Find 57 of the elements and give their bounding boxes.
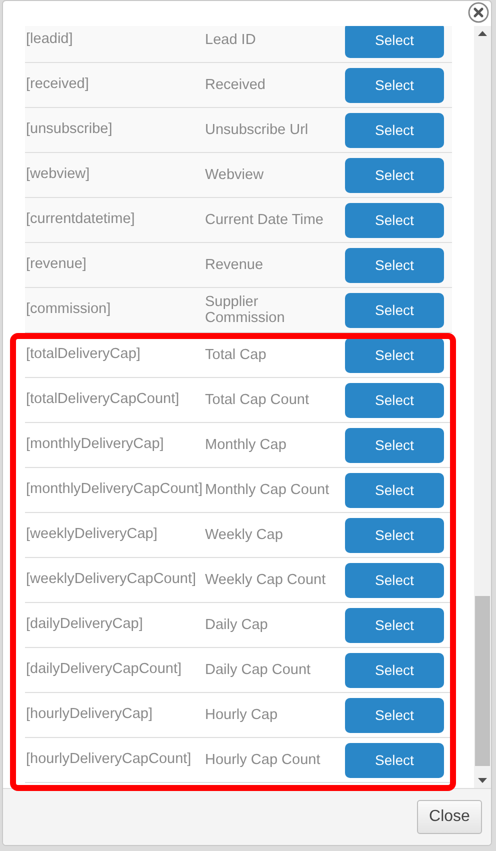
- select-button[interactable]: Select: [345, 68, 444, 102]
- scrollbar[interactable]: [474, 26, 491, 788]
- field-label: Hourly Cap: [205, 707, 279, 723]
- field-code: [leadid]: [25, 30, 74, 50]
- field-label: Received: [205, 77, 266, 93]
- select-button[interactable]: Select: [345, 382, 444, 418]
- select-button[interactable]: Select: [345, 608, 444, 642]
- scrollbar-thumb[interactable]: [475, 596, 490, 766]
- scroll-up-icon[interactable]: [478, 31, 487, 36]
- scroll-down-icon[interactable]: [478, 778, 487, 783]
- field-label: Daily Cap Count: [205, 662, 312, 678]
- select-button[interactable]: Select: [345, 112, 444, 148]
- field-label: Weekly Cap Count: [205, 572, 327, 588]
- field-code: [unsubscribe]: [25, 120, 114, 140]
- field-label: Monthly Cap: [205, 437, 288, 453]
- select-button[interactable]: Select: [345, 338, 444, 372]
- field-code: [dailyDeliveryCapCount]: [25, 660, 183, 680]
- field-label: Supplier Commission: [205, 294, 286, 326]
- field-label: Current Date Time: [205, 212, 324, 228]
- field-label: Unsubscribe Url: [205, 122, 310, 138]
- select-button[interactable]: Select: [345, 652, 444, 688]
- select-button[interactable]: Select: [345, 428, 444, 462]
- field-label: Revenue: [205, 257, 264, 273]
- select-button[interactable]: Select: [345, 562, 444, 598]
- field-code: [totalDeliveryCap]: [25, 345, 142, 364]
- field-code: [weeklyDeliveryCap]: [25, 525, 158, 544]
- field-code: [dailyDeliveryCap]: [25, 615, 144, 634]
- close-button[interactable]: Close: [417, 800, 482, 834]
- field-code: [received]: [25, 75, 90, 94]
- field-label: Webview: [205, 167, 265, 183]
- field-code: [webview]: [25, 165, 91, 184]
- field-code: [totalDeliveryCapCount]: [25, 390, 180, 410]
- field-code: [hourlyDeliveryCapCount]: [25, 750, 192, 770]
- field-label: Lead ID: [205, 32, 257, 48]
- select-button[interactable]: Select: [345, 698, 444, 732]
- field-label: Daily Cap: [205, 617, 269, 633]
- field-label: Monthly Cap Count: [205, 482, 330, 498]
- field-label: Total Cap Count: [205, 392, 310, 408]
- field-code: [monthlyDeliveryCap]: [25, 435, 165, 454]
- select-button[interactable]: Select: [345, 158, 444, 192]
- field-code: [weeklyDeliveryCapCount]: [25, 570, 198, 590]
- select-button[interactable]: Select: [345, 742, 444, 778]
- field-code: [currentdatetime]: [25, 210, 136, 230]
- field-code: [commission]: [25, 300, 112, 320]
- field-label: Weekly Cap: [205, 527, 284, 543]
- select-button[interactable]: Select: [345, 472, 444, 508]
- field-code: [monthlyDeliveryCapCount]: [25, 480, 204, 500]
- close-icon[interactable]: [468, 2, 489, 23]
- select-button[interactable]: Select: [345, 292, 444, 328]
- field-label: Total Cap: [205, 347, 268, 363]
- select-button[interactable]: Select: [345, 26, 444, 58]
- select-button[interactable]: Select: [345, 518, 444, 552]
- field-code: [hourlyDeliveryCap]: [25, 705, 154, 724]
- field-label: Hourly Cap Count: [205, 752, 322, 768]
- select-button[interactable]: Select: [345, 202, 444, 238]
- field-code: [revenue]: [25, 255, 88, 274]
- select-button[interactable]: Select: [345, 248, 444, 282]
